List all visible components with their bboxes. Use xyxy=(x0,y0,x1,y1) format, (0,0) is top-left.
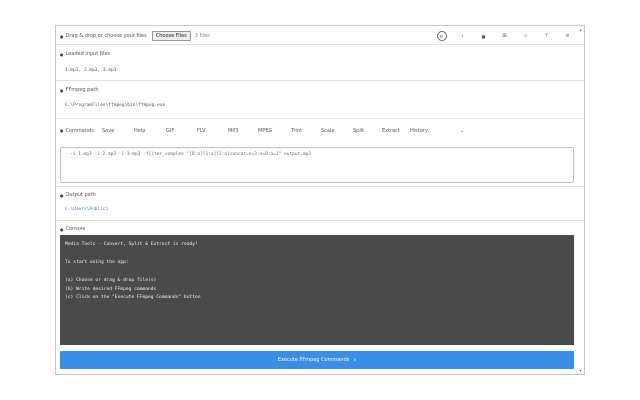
tab-mp3[interactable]: MP3 xyxy=(228,128,239,134)
output-path-heading: ● Output path xyxy=(60,192,96,198)
tab-history[interactable]: History xyxy=(410,128,428,134)
tab-flv[interactable]: FLV xyxy=(197,128,206,134)
bullet-icon: ● xyxy=(60,33,64,39)
chevron-right-icon: › xyxy=(353,356,357,364)
loaded-files-label: Loaded input files xyxy=(65,51,111,57)
help-button[interactable]: ? xyxy=(536,30,557,42)
execute-ffmpeg-button[interactable]: Execute FFmpeg Commands › xyxy=(60,351,574,369)
tab-save[interactable]: Save xyxy=(102,128,114,134)
tab-mpeg[interactable]: MPEG xyxy=(258,128,272,134)
tabs-chevron-down-icon[interactable]: ⌄ xyxy=(460,128,464,134)
execute-label: Execute FFmpeg Commands xyxy=(277,357,350,363)
console-line: To start using the app: xyxy=(65,259,129,265)
commands-tab-bar: ● Commands Save Help GIF FLV MP3 MPEG Tr… xyxy=(56,124,586,138)
ffmpeg-path-input[interactable]: C:\ProgramFiles\ffmpeg\bin\ffmpeg.exe xyxy=(65,103,165,108)
help-icon: ? xyxy=(545,33,548,39)
commands-textarea[interactable]: -i 1.mp3 -i 2.mp3 -i 3.mp3 -filter_compl… xyxy=(60,147,574,183)
scroll-down-icon[interactable]: ▾ xyxy=(578,368,583,373)
console-line: (b) Write desired FFmpeg commands xyxy=(65,286,157,292)
console-line: (a) Choose or drag & drop file(s) xyxy=(65,277,157,283)
console-output: Media Tools - Convert, Split & Extract i… xyxy=(60,235,574,345)
search-icon: ⌕ xyxy=(524,33,527,39)
divider xyxy=(56,186,584,187)
chevron-right-icon: › xyxy=(461,33,464,39)
loaded-files-heading: ● Loaded input files xyxy=(60,51,110,57)
menu-button[interactable]: ≡ xyxy=(557,30,578,42)
divider xyxy=(56,118,584,119)
bullet-icon: ● xyxy=(60,51,64,57)
tab-gif[interactable]: GIF xyxy=(166,128,174,134)
stop-icon: ■ xyxy=(481,33,486,39)
app-frame: ● Drag & drop or choose your files Choos… xyxy=(55,25,585,375)
tab-scale[interactable]: Scale xyxy=(321,128,334,134)
scroll-up-icon[interactable]: ▴ xyxy=(578,27,583,32)
choose-files-button[interactable]: Choose Files xyxy=(151,31,191,41)
output-path-label: Output path xyxy=(65,192,96,198)
bullet-icon: ● xyxy=(60,87,64,93)
console-label: Console xyxy=(65,226,86,232)
commands-heading: ● Commands xyxy=(60,128,94,134)
grid-button[interactable]: ⊞ xyxy=(494,30,515,42)
file-input-row: ● Drag & drop or choose your files Choos… xyxy=(60,31,210,41)
settings-button[interactable]: ⚙ xyxy=(431,30,452,42)
settings-icon: ⚙ xyxy=(436,31,447,41)
bullet-icon: ● xyxy=(60,128,64,133)
output-path-input[interactable]: C:\Users\Public\ xyxy=(65,207,108,212)
file-input-label: Drag & drop or choose your files xyxy=(65,33,147,39)
console-line: (c) Click on the "Execute FFmpeg Command… xyxy=(65,295,201,301)
console-line: Media Tools - Convert, Split & Extract i… xyxy=(65,242,198,247)
file-status: 3 files xyxy=(194,33,210,39)
tab-extract[interactable]: Extract xyxy=(382,128,400,134)
command-text: -i 1.mp3 -i 2.mp3 -i 3.mp3 -filter_compl… xyxy=(70,152,312,157)
divider xyxy=(56,80,584,81)
stop-button[interactable]: ■ xyxy=(473,30,494,42)
grid-icon: ⊞ xyxy=(502,33,507,39)
scrollbar[interactable]: ▴ ▾ xyxy=(578,27,583,373)
next-button[interactable]: › xyxy=(452,30,473,42)
bullet-icon: ● xyxy=(60,226,64,232)
tab-split[interactable]: Split xyxy=(353,128,364,134)
divider xyxy=(56,220,584,221)
toolbar: ⚙ › ■ ⊞ ⌕ ? ≡ xyxy=(431,30,578,42)
loaded-files-value: 1.mp3, 2.mp3, 3.mp3 xyxy=(65,68,117,73)
divider xyxy=(56,44,584,45)
console-heading: ● Console xyxy=(60,226,85,232)
commands-label: Commands xyxy=(65,128,94,134)
ffmpeg-path-label: FFmpeg path xyxy=(65,87,99,93)
menu-icon: ≡ xyxy=(565,33,570,39)
tab-trim[interactable]: Trim xyxy=(291,128,302,134)
search-button[interactable]: ⌕ xyxy=(515,30,536,42)
bullet-icon: ● xyxy=(60,192,64,198)
ffmpeg-path-heading: ● FFmpeg path xyxy=(60,87,99,93)
tab-help[interactable]: Help xyxy=(134,128,145,134)
